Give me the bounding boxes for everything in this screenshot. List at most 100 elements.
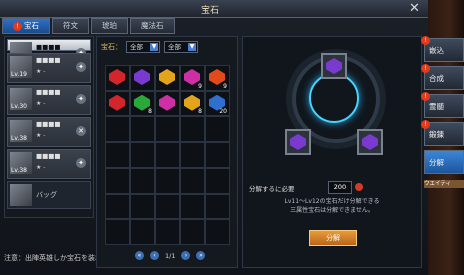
gem-cell[interactable] — [180, 219, 205, 245]
alert-icon: ! — [421, 36, 430, 45]
gem-window: 宝石 ✕ !宝石 符文 琥珀 魔法石 ■■■■ ★ - ✦ Lv.19 ■■■■… — [0, 0, 464, 275]
bag-item[interactable]: バッグ — [7, 181, 91, 209]
gem-cell[interactable] — [155, 219, 180, 245]
hero-item[interactable]: Lv.19 ■■■■ ★ - ✦ — [7, 53, 91, 83]
gem-cell[interactable]: 9 — [205, 65, 230, 91]
tab-amber[interactable]: 琥珀 — [91, 18, 128, 34]
gem-cell[interactable] — [130, 167, 155, 194]
gem-icon — [134, 69, 150, 85]
hero-portrait: Lv.38 — [10, 152, 32, 174]
decompose-button[interactable]: 分解 — [309, 230, 357, 246]
gem-cell[interactable] — [180, 167, 205, 194]
sidebar-item-compose[interactable]: ! 合成 — [421, 64, 464, 90]
gem-slot-top[interactable] — [321, 53, 347, 79]
side-strip: ウエイティ — [424, 180, 464, 188]
class-icon: ✦ — [76, 158, 86, 168]
info-text: Lv11～Lv12の宝石だけ分解できる 三属性宝石は分解できません。 — [284, 198, 380, 214]
gem-cell[interactable] — [205, 116, 230, 143]
gem-cell[interactable] — [105, 219, 130, 245]
sidebar-item-essence[interactable]: ! 霊髄 — [421, 92, 464, 118]
gem-cell[interactable] — [105, 167, 130, 194]
gem-cell[interactable] — [130, 219, 155, 245]
last-page-icon[interactable]: » — [196, 251, 206, 260]
gem-cell[interactable] — [130, 142, 155, 168]
hero-portrait: Lv.19 — [10, 56, 32, 78]
page-indicator: 1/1 — [165, 251, 176, 260]
sidebar-item-embed[interactable]: ! 嵌込 — [421, 36, 464, 62]
gem-cell[interactable] — [105, 65, 130, 91]
split-cost-label: 分解するに必要 — [249, 185, 295, 193]
gem-cell[interactable]: 9 — [180, 65, 205, 91]
gem-cell[interactable] — [130, 116, 155, 143]
alert-icon: ! — [421, 120, 430, 129]
gem-cell[interactable] — [130, 65, 155, 91]
gem-cell[interactable] — [155, 142, 180, 168]
hero-item[interactable]: Lv.38 ■■■■ ★ - ✦ — [7, 149, 91, 179]
class-icon: ✕ — [76, 126, 86, 136]
window-title: 宝石 — [200, 6, 219, 16]
gem-icon — [362, 134, 378, 150]
ring-core — [309, 73, 359, 123]
gem-cell[interactable] — [155, 65, 180, 91]
hero-item[interactable]: ■■■■ ★ - ✦ — [7, 39, 91, 64]
first-page-icon[interactable]: « — [135, 251, 144, 260]
prev-page-icon[interactable]: ‹ — [150, 251, 159, 260]
class-icon: ✦ — [76, 94, 86, 104]
gem-cell[interactable] — [105, 142, 130, 168]
bag-icon — [10, 184, 32, 206]
gem-count: 20 — [219, 108, 227, 116]
sidebar-item-forge[interactable]: ! 鍛錬 — [421, 120, 464, 146]
gem-cell[interactable] — [155, 167, 180, 194]
gem-inventory: 宝石： 全部 ▼ 全部 ▼ 9 9 8 8 20 « ‹ 1/1 › » — [96, 36, 238, 268]
gem-count: 9 — [198, 82, 202, 90]
filter-select-2[interactable]: 全部 ▼ — [164, 41, 198, 53]
decompose-panel: 分解するに必要 200 Lv11～Lv12の宝石だけ分解できる 三属性宝石は分解で… — [242, 36, 422, 268]
gem-cell[interactable] — [130, 193, 155, 220]
gem-cell[interactable] — [180, 193, 205, 220]
gem-count: 9 — [223, 82, 227, 90]
gem-cell[interactable]: 20 — [205, 90, 230, 117]
gem-cell[interactable] — [180, 116, 205, 143]
filter-bar: 宝石： 全部 ▼ 全部 ▼ — [101, 41, 198, 53]
tab-rune[interactable]: 符文 — [52, 18, 89, 34]
gem-cell[interactable]: 8 — [180, 90, 205, 117]
gem-cell[interactable] — [105, 193, 130, 220]
next-page-icon[interactable]: › — [181, 251, 191, 260]
gem-icon — [159, 69, 175, 85]
gem-count: 8 — [148, 108, 152, 116]
gem-icon — [109, 94, 125, 111]
gem-cell[interactable]: 8 — [130, 90, 155, 117]
tab-magic-stone[interactable]: 魔法石 — [130, 18, 175, 34]
gem-slot-left[interactable] — [285, 129, 311, 155]
gem-cell[interactable] — [105, 116, 130, 143]
gem-slot-right[interactable] — [357, 129, 383, 155]
filter-select-1[interactable]: 全部 ▼ — [126, 41, 160, 53]
close-icon[interactable]: ✕ — [407, 1, 422, 16]
title-bar: 宝石 ✕ — [0, 0, 464, 18]
gem-icon — [290, 134, 306, 150]
gem-cell[interactable] — [205, 142, 230, 168]
alert-icon: ! — [13, 22, 22, 31]
currency-icon — [355, 183, 363, 191]
hero-item[interactable]: Lv.38 ■■■■ ★ - ✕ — [7, 117, 91, 147]
gem-cell[interactable] — [105, 90, 130, 117]
gem-cell[interactable] — [205, 219, 230, 245]
gem-cell[interactable] — [155, 116, 180, 143]
pager: « ‹ 1/1 › » — [135, 251, 206, 260]
class-icon: ✦ — [76, 62, 86, 72]
gem-icon — [326, 58, 342, 74]
alert-icon: ! — [421, 64, 430, 73]
gem-cell[interactable] — [155, 90, 180, 117]
tab-bar: ! 宝石 符文 琥珀 魔法石 — [2, 18, 175, 34]
notice-text: 注意：出陣英雄しか宝石を装着で — [4, 254, 109, 262]
hero-item[interactable]: Lv.30 ■■■■ ★ - ✦ — [7, 85, 91, 115]
gem-cell[interactable] — [205, 167, 230, 194]
gem-cell[interactable] — [180, 142, 205, 168]
tab-gem[interactable]: ! 宝石 — [2, 18, 50, 34]
gem-grid: 9 9 8 8 20 — [105, 65, 230, 245]
sidebar-item-decompose[interactable]: 分解 — [424, 150, 464, 174]
gem-cell[interactable] — [155, 193, 180, 220]
hero-portrait: Lv.38 — [10, 120, 32, 142]
split-cost-value: 200 — [328, 181, 352, 194]
gem-cell[interactable] — [205, 193, 230, 220]
